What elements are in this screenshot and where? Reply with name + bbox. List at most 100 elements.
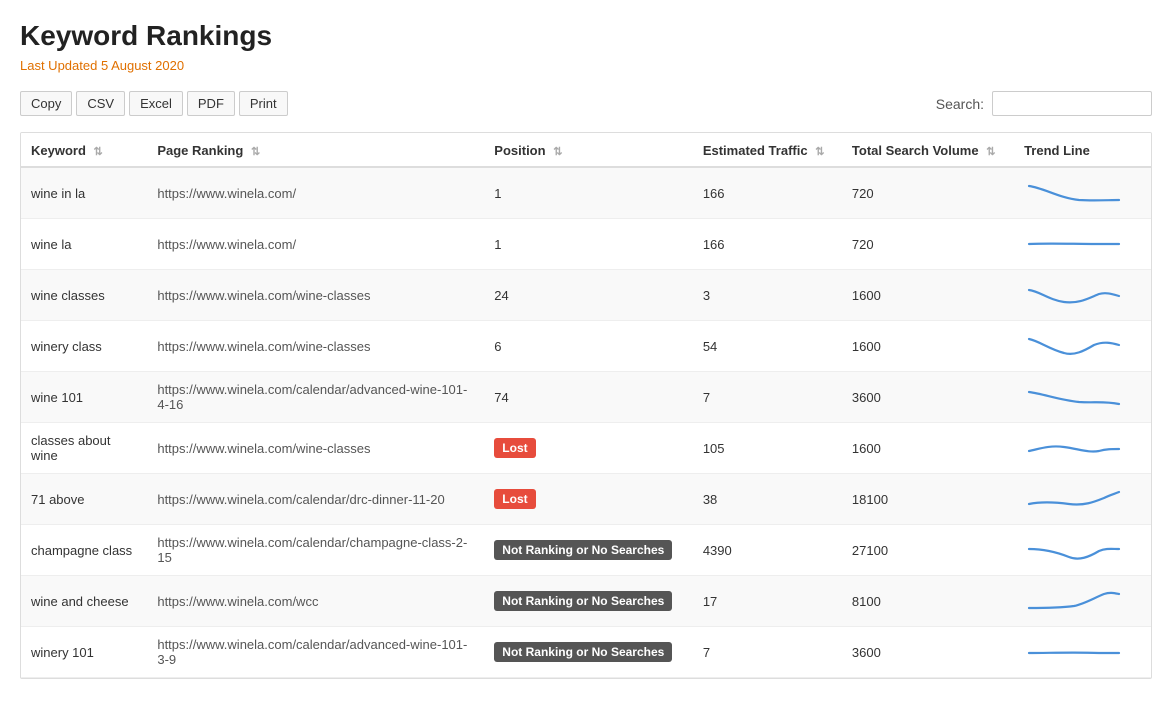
table-row: champagne class https://www.winela.com/ca… [21,525,1151,576]
cell-page-ranking: https://www.winela.com/wine-classes [147,270,484,321]
cell-keyword: wine in la [21,167,147,219]
cell-page-ranking: https://www.winela.com/calendar/advanced… [147,627,484,678]
sort-icon-traffic: ⇅ [815,145,824,158]
cell-total-search-volume: 720 [842,167,1014,219]
table-row: wine in la https://www.winela.com/1166720 [21,167,1151,219]
page-ranking-link[interactable]: https://www.winela.com/calendar/drc-dinn… [157,492,444,507]
cell-estimated-traffic: 7 [693,372,842,423]
table-row: wine lahttps://www.winela.com/1166720 [21,219,1151,270]
cell-total-search-volume: 8100 [842,576,1014,627]
page-ranking-link[interactable]: https://www.winela.com/ [157,237,296,252]
search-label: Search: [936,96,984,112]
excel-button[interactable]: Excel [129,91,183,116]
page-ranking-link[interactable]: https://www.winela.com/calendar/champagn… [157,535,467,565]
cell-position: 24 [484,270,693,321]
cell-estimated-traffic: 166 [693,219,842,270]
page-title: Keyword Rankings [20,20,1152,52]
table-row: winery class https://www.winela.com/wine-… [21,321,1151,372]
cell-keyword: classes about wine [21,423,147,474]
cell-keyword: 71 above [21,474,147,525]
cell-position: Not Ranking or No Searches [484,525,693,576]
cell-position: Lost [484,423,693,474]
cell-page-ranking: https://www.winela.com/wine-classes [147,423,484,474]
col-header-total-search-volume[interactable]: Total Search Volume ⇅ [842,133,1014,167]
col-header-keyword[interactable]: Keyword ⇅ [21,133,147,167]
page-ranking-link[interactable]: https://www.winela.com/ [157,186,296,201]
search-input[interactable] [992,91,1152,116]
toolbar: Copy CSV Excel PDF Print Search: [20,91,1152,116]
cell-trend-line [1014,423,1151,474]
cell-position: 1 [484,219,693,270]
cell-position: 1 [484,167,693,219]
sort-icon-keyword: ⇅ [94,145,103,158]
cell-total-search-volume: 1600 [842,321,1014,372]
cell-keyword: wine 101 [21,372,147,423]
not-ranking-badge: Not Ranking or No Searches [494,591,672,611]
cell-page-ranking: https://www.winela.com/calendar/advanced… [147,372,484,423]
csv-button[interactable]: CSV [76,91,125,116]
cell-total-search-volume: 3600 [842,372,1014,423]
cell-trend-line [1014,525,1151,576]
cell-page-ranking: https://www.winela.com/wine-classes [147,321,484,372]
cell-keyword: winery class [21,321,147,372]
cell-estimated-traffic: 38 [693,474,842,525]
cell-total-search-volume: 1600 [842,270,1014,321]
table-row: wine classes https://www.winela.com/wine-… [21,270,1151,321]
table-body: wine in la https://www.winela.com/1166720… [21,167,1151,678]
search-bar: Search: [936,91,1152,116]
cell-estimated-traffic: 166 [693,167,842,219]
col-header-position[interactable]: Position ⇅ [484,133,693,167]
cell-estimated-traffic: 17 [693,576,842,627]
cell-position: 74 [484,372,693,423]
page-ranking-link[interactable]: https://www.winela.com/calendar/advanced… [157,382,467,412]
cell-keyword: wine and cheese [21,576,147,627]
col-header-trend-line: Trend Line [1014,133,1151,167]
cell-position: Not Ranking or No Searches [484,627,693,678]
page-ranking-link[interactable]: https://www.winela.com/wine-classes [157,339,370,354]
copy-button[interactable]: Copy [20,91,72,116]
cell-keyword: champagne class [21,525,147,576]
cell-total-search-volume: 1600 [842,423,1014,474]
not-ranking-badge: Not Ranking or No Searches [494,642,672,662]
cell-trend-line [1014,474,1151,525]
cell-page-ranking: https://www.winela.com/wcc [147,576,484,627]
print-button[interactable]: Print [239,91,288,116]
cell-total-search-volume: 720 [842,219,1014,270]
sort-icon-volume: ⇅ [986,145,995,158]
cell-position: Lost [484,474,693,525]
lost-badge: Lost [494,438,535,458]
cell-estimated-traffic: 54 [693,321,842,372]
table-row: classes about wine https://www.winela.com… [21,423,1151,474]
col-header-page-ranking[interactable]: Page Ranking ⇅ [147,133,484,167]
page-ranking-link[interactable]: https://www.winela.com/wine-classes [157,441,370,456]
table-row: winery 101 https://www.winela.com/calenda… [21,627,1151,678]
cell-page-ranking: https://www.winela.com/ [147,167,484,219]
cell-page-ranking: https://www.winela.com/calendar/champagn… [147,525,484,576]
not-ranking-badge: Not Ranking or No Searches [494,540,672,560]
cell-trend-line [1014,219,1151,270]
last-updated: Last Updated 5 August 2020 [20,58,1152,73]
page-ranking-link[interactable]: https://www.winela.com/wine-classes [157,288,370,303]
sort-icon-page-ranking: ⇅ [251,145,260,158]
sort-icon-position: ⇅ [553,145,562,158]
cell-trend-line [1014,321,1151,372]
cell-trend-line [1014,372,1151,423]
cell-total-search-volume: 18100 [842,474,1014,525]
page-ranking-link[interactable]: https://www.winela.com/wcc [157,594,318,609]
cell-estimated-traffic: 105 [693,423,842,474]
cell-total-search-volume: 27100 [842,525,1014,576]
table-header-row: Keyword ⇅ Page Ranking ⇅ Position ⇅ Esti… [21,133,1151,167]
pdf-button[interactable]: PDF [187,91,235,116]
cell-trend-line [1014,167,1151,219]
cell-keyword: wine classes [21,270,147,321]
table-row: wine 101 https://www.winela.com/calendar/… [21,372,1151,423]
table-row: 71 above https://www.winela.com/calendar/… [21,474,1151,525]
cell-keyword: winery 101 [21,627,147,678]
cell-trend-line [1014,576,1151,627]
page-ranking-link[interactable]: https://www.winela.com/calendar/advanced… [157,637,467,667]
cell-position: Not Ranking or No Searches [484,576,693,627]
cell-estimated-traffic: 7 [693,627,842,678]
col-header-estimated-traffic[interactable]: Estimated Traffic ⇅ [693,133,842,167]
table-row: wine and cheese https://www.winela.com/wc… [21,576,1151,627]
cell-position: 6 [484,321,693,372]
